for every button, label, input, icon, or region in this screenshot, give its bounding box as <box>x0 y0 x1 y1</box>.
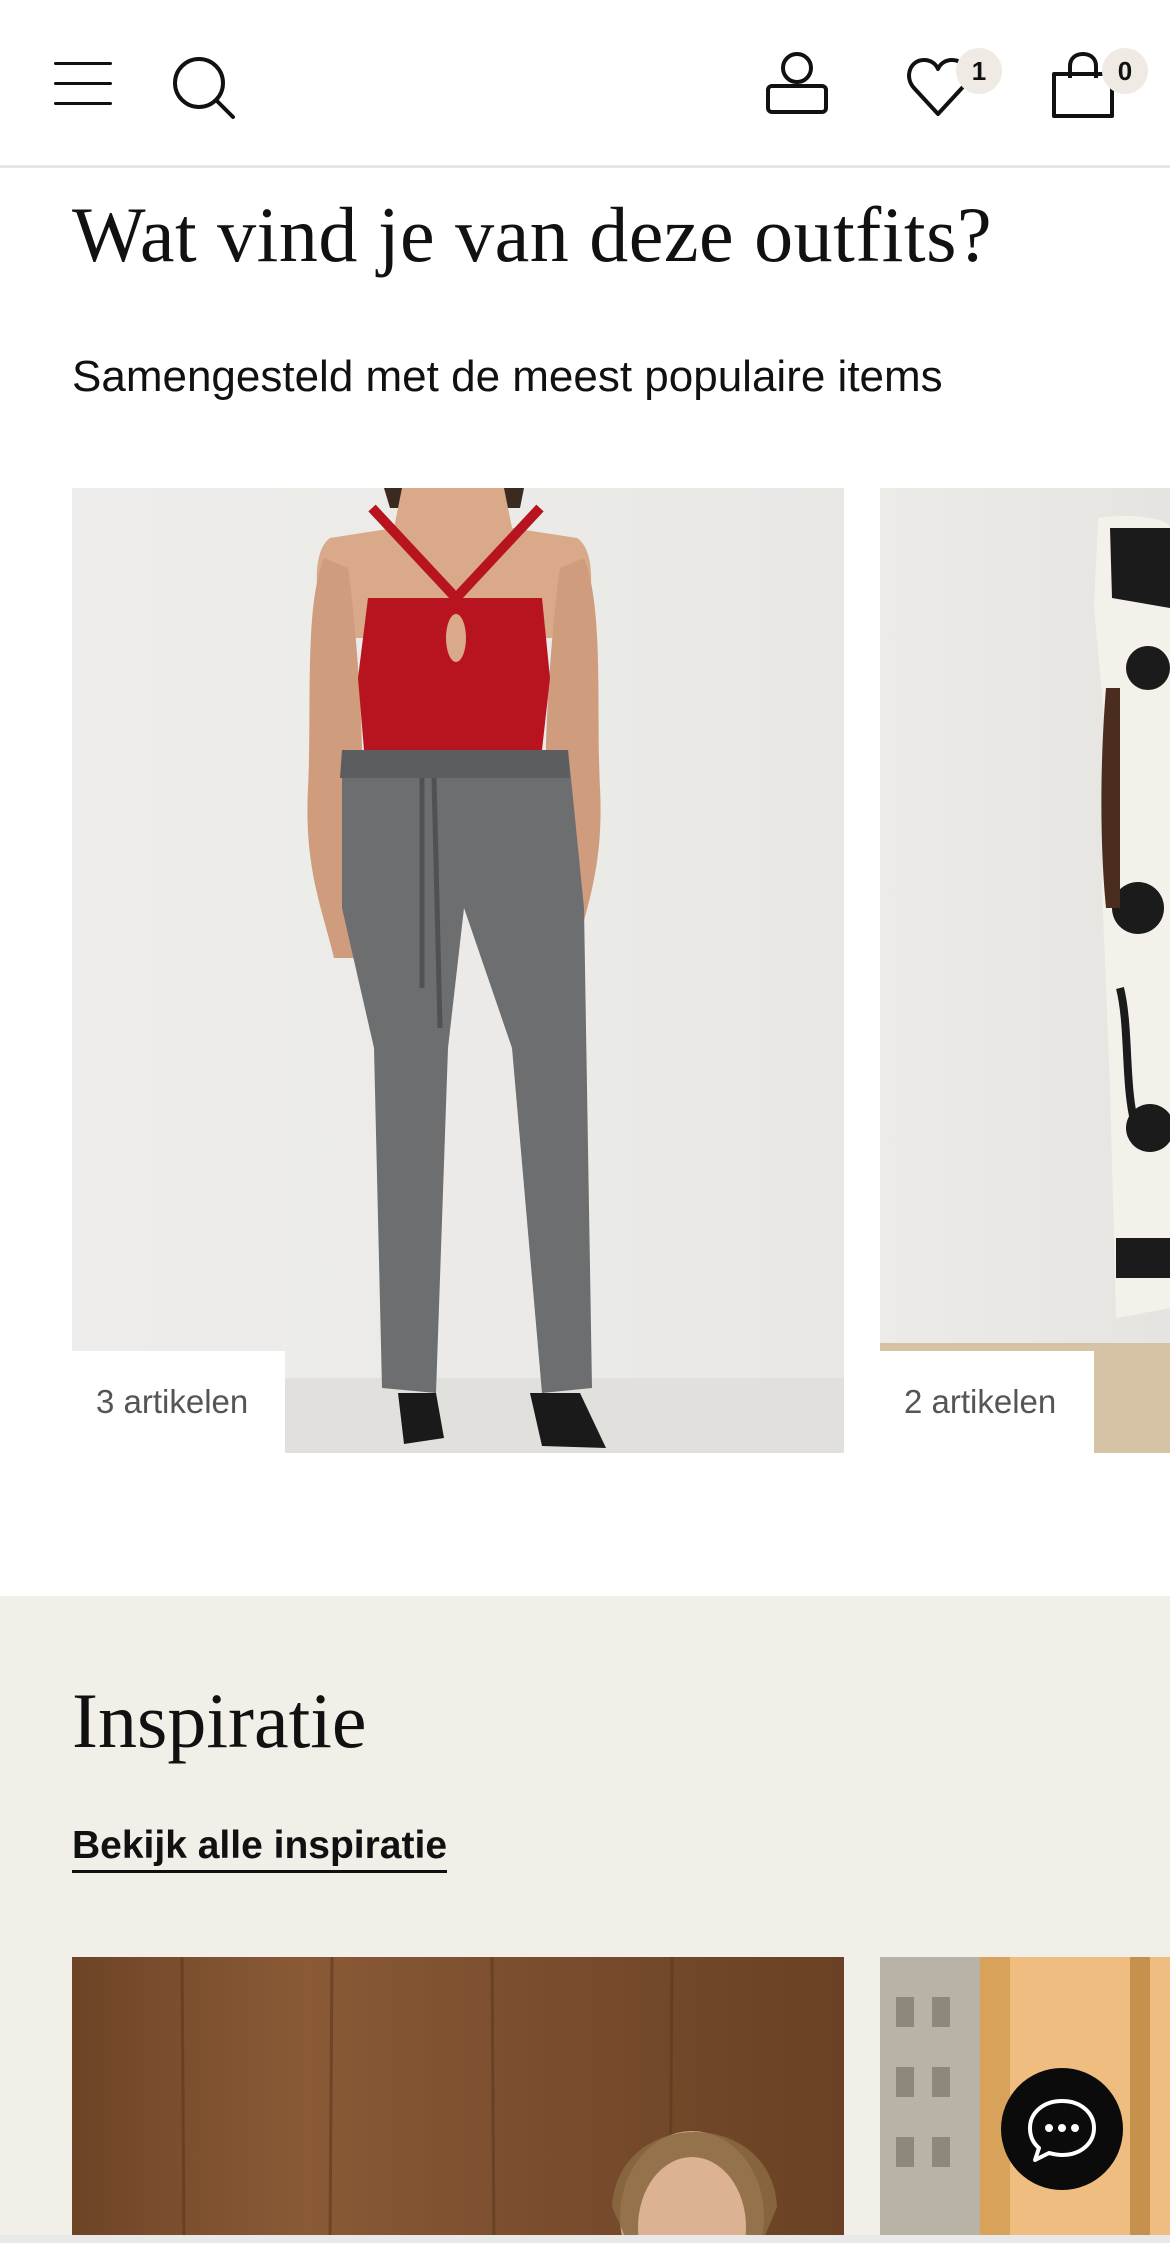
search-button[interactable] <box>170 54 240 124</box>
menu-icon-bar <box>54 102 112 105</box>
outfits-section-subtitle: Samengesteld met de meest populaire item… <box>72 352 943 401</box>
inspiration-title: Inspiratie <box>72 1677 367 1764</box>
menu-icon-bar <box>54 82 112 85</box>
bottom-edge <box>0 2235 1170 2243</box>
outfit-item-count: 2 artikelen <box>880 1351 1094 1453</box>
menu-button[interactable] <box>54 56 114 112</box>
outfit-photo <box>72 488 844 1453</box>
outfit-card[interactable]: 2 artikelen <box>880 488 1170 1453</box>
cart-button[interactable]: 0 <box>1050 48 1150 124</box>
view-all-inspiration-link[interactable]: Bekijk alle inspiratie <box>72 1824 448 1873</box>
chat-bubble-icon <box>1028 2099 1096 2162</box>
wishlist-count-badge: 1 <box>956 48 1002 94</box>
wishlist-button[interactable]: 1 <box>906 48 1002 124</box>
chat-button[interactable] <box>1001 2068 1123 2190</box>
outfit-item-count: 3 artikelen <box>72 1351 285 1453</box>
site-header: 1 0 <box>0 0 1170 168</box>
cart-count-badge: 0 <box>1102 48 1148 94</box>
search-icon <box>173 57 235 119</box>
account-button[interactable] <box>762 50 832 120</box>
outfit-photo <box>880 516 1170 1453</box>
account-icon <box>766 52 828 114</box>
outfit-card[interactable]: 3 artikelen <box>72 488 844 1453</box>
inspiration-photo <box>180 1957 777 2243</box>
outfits-section-title: Wat vind je van deze outfits? <box>72 191 993 278</box>
inspiration-card[interactable] <box>72 1957 844 2243</box>
inspiration-section: Inspiratie Bekijk alle inspiratie <box>0 1596 1170 2243</box>
menu-icon-bar <box>54 62 112 65</box>
